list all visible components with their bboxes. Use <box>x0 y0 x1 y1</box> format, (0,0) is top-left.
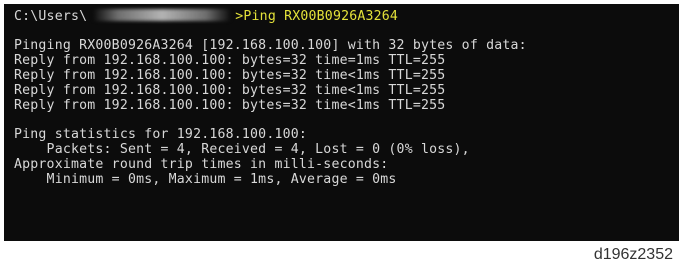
output-line-reply: Reply from 192.168.100.100: bytes=32 tim… <box>14 53 446 68</box>
output-line-reply: Reply from 192.168.100.100: bytes=32 tim… <box>14 83 446 98</box>
output-line-pinging: Pinging RX00B0926A3264 [192.168.100.100]… <box>14 38 527 53</box>
stats-line-rtt-values: Minimum = 0ms, Maximum = 1ms, Average = … <box>14 172 397 187</box>
ping-command: >Ping RX00B0926A3264 <box>235 9 399 24</box>
command-prompt-window[interactable]: C:\Users\ >Ping RX00B0926A3264 Pinging RX… <box>4 4 679 241</box>
redacted-username <box>93 9 232 21</box>
stats-line-packets: Packets: Sent = 4, Received = 4, Lost = … <box>14 142 470 157</box>
prompt-path: C:\Users\ <box>14 9 88 24</box>
stats-line-rtt-header: Approximate round trip times in milli-se… <box>14 157 389 172</box>
prompt-line: C:\Users\ >Ping RX00B0926A3264 <box>14 9 671 24</box>
output-line-reply: Reply from 192.168.100.100: bytes=32 tim… <box>14 68 446 83</box>
output-line-reply: Reply from 192.168.100.100: bytes=32 tim… <box>14 98 446 113</box>
stats-line-header: Ping statistics for 192.168.100.100: <box>14 127 308 142</box>
figure-id-label: d196z2352 <box>593 246 673 263</box>
